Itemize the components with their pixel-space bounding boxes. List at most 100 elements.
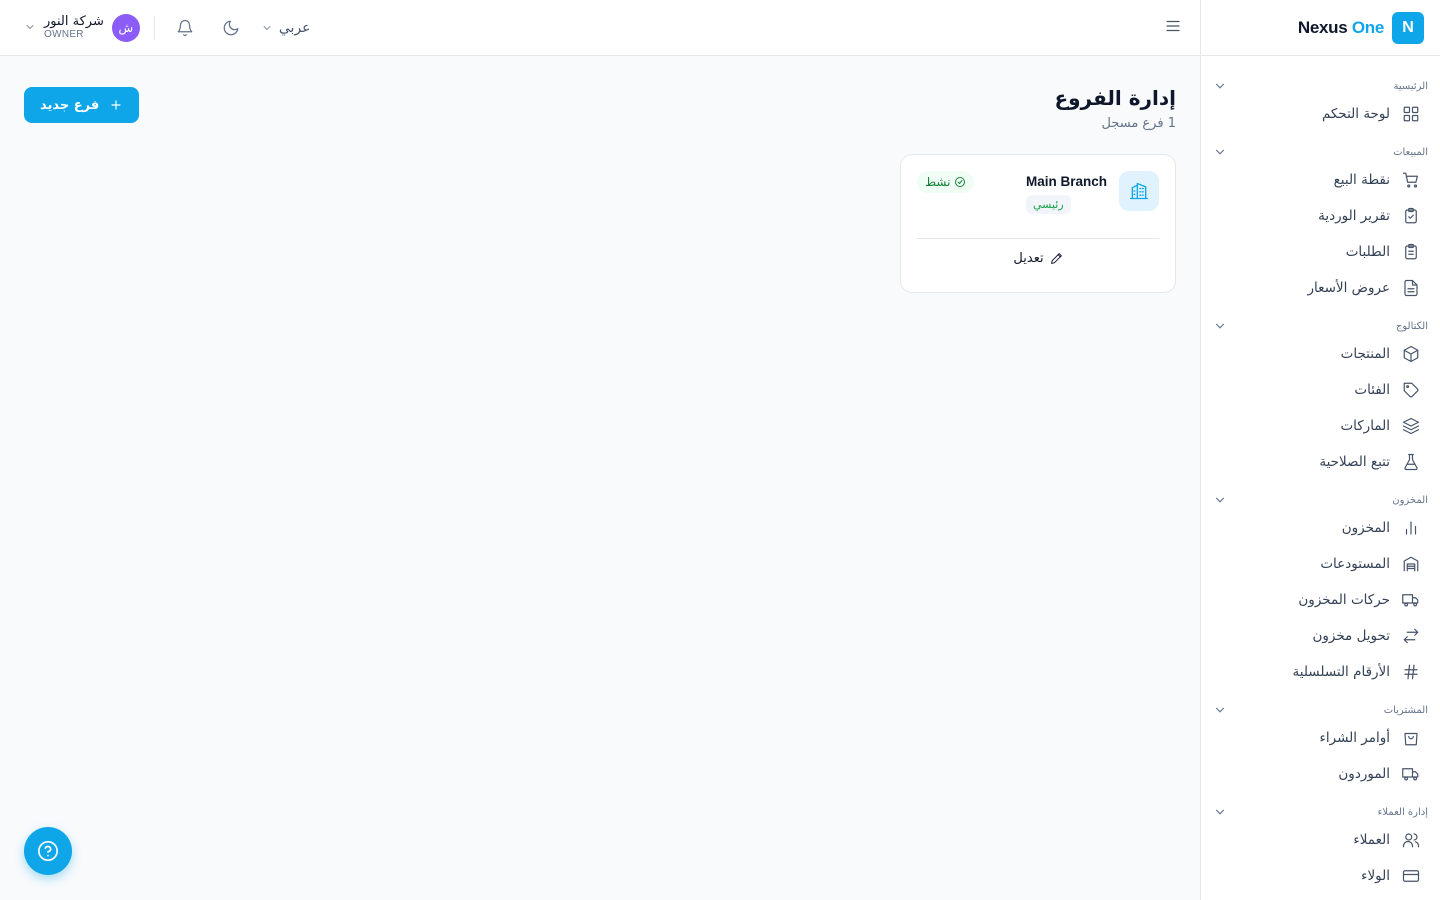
user-name: شركة النور xyxy=(44,13,104,29)
main-branch-badge: رئيسي xyxy=(1025,195,1071,214)
truck-icon xyxy=(1402,768,1419,781)
chevron-down-icon xyxy=(1215,497,1225,503)
branch-identity: Main Branch رئيسي xyxy=(1025,171,1159,214)
sidebar-item-suppliers[interactable]: الموردون xyxy=(1201,756,1440,792)
sidebar-nav: الرئيسية لوحة التحكم المبيعات نقطة البيع… xyxy=(1201,56,1440,894)
credit-card-icon xyxy=(1402,870,1420,882)
page-header: إدارة الفروع 1 فرع مسجل فرع جديد xyxy=(24,80,1176,131)
sidebar-item-purchase-orders[interactable]: أوامر الشراء xyxy=(1201,720,1440,756)
chevron-down-icon xyxy=(1215,83,1225,89)
nav-section-catalog: الكتالوج المنتجات الفئات الماركات تتبع ا… xyxy=(1201,316,1440,480)
notifications-button[interactable] xyxy=(169,12,201,44)
sidebar-item-label: الأرقام التسلسلية xyxy=(1292,664,1390,680)
plus-icon xyxy=(111,100,121,110)
sidebar-item-label: نقطة البيع xyxy=(1333,172,1390,188)
sidebar-item-serial-numbers[interactable]: الأرقام التسلسلية xyxy=(1201,654,1440,690)
language-label: عربي xyxy=(278,19,311,36)
sidebar-item-label: الفئات xyxy=(1354,382,1390,398)
status-badge: نشط xyxy=(917,171,975,193)
package-icon xyxy=(1403,345,1419,363)
hash-icon xyxy=(1404,664,1418,680)
chevron-down-icon xyxy=(26,25,34,29)
edit-label: تعديل xyxy=(1013,251,1044,266)
chevron-down-icon xyxy=(1215,809,1225,815)
flask-icon xyxy=(1404,453,1418,471)
brand[interactable]: N Nexus One xyxy=(1201,0,1440,56)
sidebar-item-label: الطلبات xyxy=(1345,244,1390,260)
help-button[interactable] xyxy=(24,827,72,875)
user-menu[interactable]: ش شركة النور OWNER xyxy=(24,13,140,42)
file-text-icon xyxy=(1404,279,1418,297)
brand-name-part2: One xyxy=(1351,17,1384,37)
section-header-home[interactable]: الرئيسية xyxy=(1201,76,1440,96)
page-heading: إدارة الفروع 1 فرع مسجل xyxy=(1054,80,1176,131)
sidebar-item-loyalty[interactable]: الولاء xyxy=(1201,858,1440,894)
layers-icon xyxy=(1402,417,1420,435)
sidebar-item-orders[interactable]: الطلبات xyxy=(1201,234,1440,270)
sidebar-item-stock-transfer[interactable]: تحويل مخزون xyxy=(1201,618,1440,654)
section-header-catalog[interactable]: الكتالوج xyxy=(1201,316,1440,336)
menu-icon xyxy=(1166,20,1180,31)
sidebar-item-warehouses[interactable]: المستودعات xyxy=(1201,546,1440,582)
clipboard-check-icon xyxy=(1405,207,1417,224)
sidebar-item-customers[interactable]: العملاء xyxy=(1201,822,1440,858)
brand-name: Nexus One xyxy=(1298,18,1384,38)
sidebar-item-label: العملاء xyxy=(1353,832,1390,848)
page-subtitle: 1 فرع مسجل xyxy=(1101,116,1177,131)
help-circle-icon xyxy=(38,841,58,861)
sidebar-item-quotes[interactable]: عروض الأسعار xyxy=(1201,270,1440,306)
user-menu-chevron xyxy=(24,18,36,37)
sidebar-item-expiry[interactable]: تتبع الصلاحية xyxy=(1201,444,1440,480)
user-role: OWNER xyxy=(44,29,84,41)
new-branch-label: فرع جديد xyxy=(40,97,100,113)
brand-logo: N xyxy=(1392,11,1424,44)
transfer-icon xyxy=(1403,628,1419,644)
card-divider xyxy=(917,238,1159,239)
bar-chart-icon xyxy=(1405,521,1417,535)
edit-branch-button[interactable]: تعديل xyxy=(917,251,1159,266)
sidebar-item-label: تحويل مخزون xyxy=(1312,628,1390,644)
brand-name-part1: Nexus xyxy=(1297,17,1348,37)
top-header: عربي ش شركة النور OWNER xyxy=(0,0,1200,56)
sidebar-item-stock-movements[interactable]: حركات المخزون xyxy=(1201,582,1440,618)
shopping-bag-icon xyxy=(1404,732,1418,746)
chevron-down-icon xyxy=(1215,707,1225,713)
user-info: شركة النور OWNER xyxy=(44,13,104,41)
main-content: إدارة الفروع 1 فرع مسجل فرع جديد Main Br… xyxy=(0,56,1200,900)
sidebar-item-label: المنتجات xyxy=(1340,346,1390,362)
sidebar-item-label: حركات المخزون xyxy=(1298,592,1390,608)
sidebar-item-dashboard[interactable]: لوحة التحكم xyxy=(1201,96,1440,132)
bell-icon xyxy=(177,19,193,36)
nav-section-purchases: المشتريات أوامر الشراء الموردون xyxy=(1201,700,1440,792)
sidebar-item-brands[interactable]: الماركات xyxy=(1201,408,1440,444)
theme-toggle-button[interactable] xyxy=(215,12,247,44)
sidebar-item-categories[interactable]: الفئات xyxy=(1201,372,1440,408)
sidebar-item-inventory[interactable]: المخزون xyxy=(1201,510,1440,546)
section-header-purchases[interactable]: المشتريات xyxy=(1201,700,1440,720)
dashboard-icon xyxy=(1403,106,1419,122)
sidebar-item-shift-report[interactable]: تقرير الوردية xyxy=(1201,198,1440,234)
sidebar-item-pos[interactable]: نقطة البيع xyxy=(1201,162,1440,198)
nav-section-customers: إدارة العملاء العملاء الولاء xyxy=(1201,802,1440,894)
chevron-down-icon xyxy=(263,25,271,30)
users-icon xyxy=(1402,833,1420,848)
nav-section-inventory: المخزون المخزون المستودعات حركات المخزون… xyxy=(1201,490,1440,690)
clipboard-list-icon xyxy=(1405,243,1417,260)
sidebar-item-products[interactable]: المنتجات xyxy=(1201,336,1440,372)
section-title: المخزون xyxy=(1392,494,1428,506)
section-header-inventory[interactable]: المخزون xyxy=(1201,490,1440,510)
cart-icon xyxy=(1402,172,1418,188)
sidebar-item-label: الولاء xyxy=(1361,868,1390,884)
sidebar-item-label: لوحة التحكم xyxy=(1321,106,1390,122)
nav-section-sales: المبيعات نقطة البيع تقرير الوردية الطلبا… xyxy=(1201,142,1440,306)
section-header-sales[interactable]: المبيعات xyxy=(1201,142,1440,162)
header-divider xyxy=(153,15,155,40)
section-title: المبيعات xyxy=(1393,146,1428,158)
new-branch-button[interactable]: فرع جديد xyxy=(24,87,140,123)
sidebar-item-label: تتبع الصلاحية xyxy=(1319,454,1390,470)
menu-toggle-button[interactable] xyxy=(1164,17,1182,39)
language-selector[interactable]: عربي xyxy=(261,20,311,36)
chevron-down-icon xyxy=(1215,149,1225,155)
branch-card-header: Main Branch رئيسي نشط xyxy=(917,171,1159,214)
section-header-customers[interactable]: إدارة العملاء xyxy=(1201,802,1440,822)
